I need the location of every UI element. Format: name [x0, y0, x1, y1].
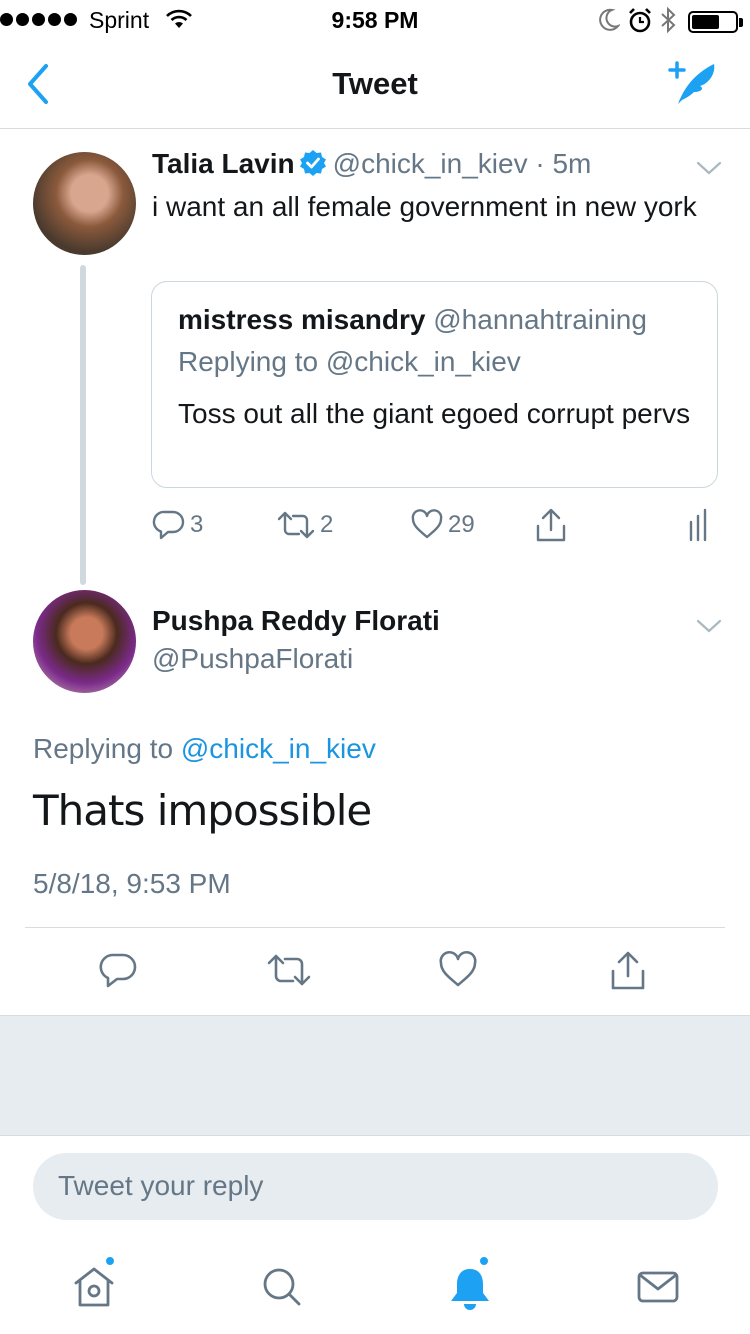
tab-bar	[0, 1245, 750, 1334]
analytics-button[interactable]	[688, 508, 712, 542]
battery-icon	[688, 11, 743, 33]
tweet-timestamp: 5/8/18, 9:53 PM	[33, 868, 231, 899]
do-not-disturb-icon	[598, 8, 620, 32]
share-icon	[611, 951, 645, 990]
navigation-bar: Tweet	[0, 40, 750, 129]
tweet-header: Talia Lavin @chick_in_kiev · 5m	[152, 148, 591, 180]
quoted-replying-to: Replying to @chick_in_kiev	[178, 346, 521, 377]
retweet-icon	[277, 511, 315, 539]
avatar[interactable]	[33, 590, 136, 693]
tab-notifications[interactable]	[440, 1255, 500, 1317]
avatar[interactable]	[33, 152, 136, 255]
like-button[interactable]: 29	[410, 508, 475, 542]
author-handle[interactable]: @PushpaFlorati	[152, 643, 353, 675]
quoted-author-handle: @hannahtraining	[433, 304, 647, 335]
compose-tweet-icon[interactable]	[664, 60, 722, 108]
quoted-tweet-card[interactable]: mistress misandry @hannahtraining Replyi…	[151, 281, 718, 488]
tweet-actions	[0, 950, 750, 994]
like-icon	[411, 509, 443, 539]
chevron-down-icon[interactable]	[696, 160, 722, 176]
search-icon	[263, 1268, 301, 1306]
status-bar: Sprint 9:58 PM	[0, 0, 750, 40]
messages-icon	[637, 1271, 679, 1303]
like-count: 29	[448, 511, 475, 538]
tweet-text: i want an all female government in new y…	[152, 191, 697, 222]
retweet-icon	[267, 954, 311, 986]
tweet-text: Thats impossible	[33, 786, 372, 835]
chevron-down-icon[interactable]	[696, 618, 722, 634]
bluetooth-icon	[660, 6, 676, 34]
replying-to: Replying to @chick_in_kiev	[33, 733, 376, 765]
tab-messages[interactable]	[628, 1257, 688, 1317]
reply-button[interactable]: 3	[152, 508, 203, 542]
share-button[interactable]	[608, 950, 648, 992]
alarm-icon	[628, 8, 652, 34]
notifications-unread-dot	[478, 1255, 490, 1267]
analytics-icon	[689, 508, 707, 542]
quoted-author-name: mistress misandry	[178, 304, 426, 335]
author-handle[interactable]: @chick_in_kiev	[333, 148, 528, 179]
retweet-count: 2	[320, 511, 334, 538]
notifications-icon	[451, 1269, 489, 1310]
like-icon	[439, 950, 477, 987]
home-unread-dot	[104, 1255, 116, 1267]
replying-to-prefix: Replying to	[33, 733, 174, 764]
share-button[interactable]	[534, 508, 568, 544]
reply-icon	[152, 510, 185, 540]
reply-input[interactable]: Tweet your reply	[33, 1153, 718, 1220]
tab-search[interactable]	[252, 1257, 312, 1317]
verified-badge-icon	[299, 149, 327, 177]
share-icon	[536, 508, 566, 542]
quoted-tweet-text: Toss out all the giant egoed corrupt per…	[178, 398, 691, 429]
like-button[interactable]	[438, 950, 478, 990]
divider	[25, 927, 725, 928]
reply-button[interactable]	[98, 950, 138, 990]
reply-icon	[99, 953, 137, 988]
quoted-tweet-header: mistress misandry @hannahtraining	[178, 304, 647, 336]
empty-replies-area	[0, 1015, 750, 1136]
reply-count: 3	[190, 511, 204, 538]
replying-to-handle-link[interactable]: @chick_in_kiev	[181, 733, 376, 764]
tweet-actions: 3 2 29	[152, 508, 722, 552]
retweet-button[interactable]: 2	[276, 508, 333, 542]
author-name[interactable]: Talia Lavin	[152, 148, 295, 179]
thread-connector-line	[80, 265, 86, 585]
retweet-button[interactable]	[266, 950, 312, 990]
author-name[interactable]: Pushpa Reddy Florati	[152, 605, 440, 637]
page-title: Tweet	[332, 66, 418, 101]
tweet-age: · 5m	[535, 148, 592, 179]
tab-home[interactable]	[66, 1255, 126, 1317]
home-icon	[74, 1267, 114, 1307]
